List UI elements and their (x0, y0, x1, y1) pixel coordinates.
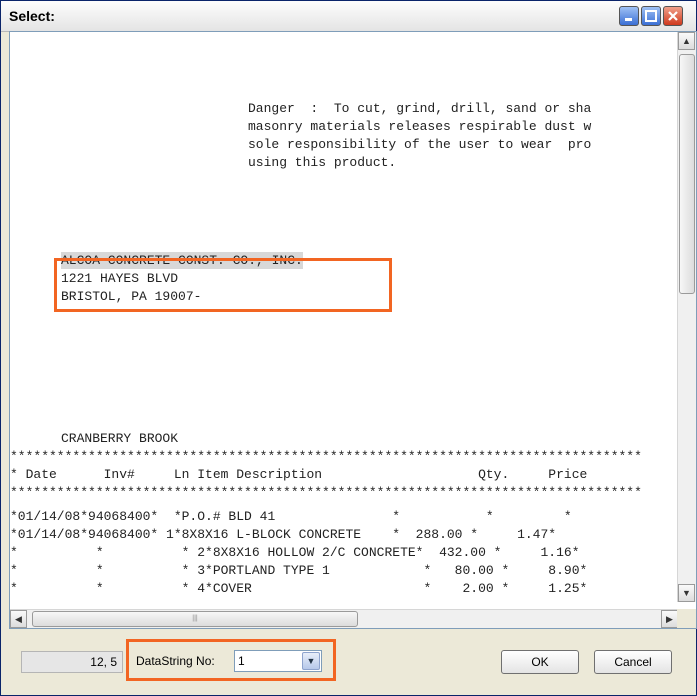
vertical-scroll-thumb[interactable] (679, 54, 695, 294)
title-bar[interactable]: Select: (1, 1, 696, 32)
cancel-button[interactable]: Cancel (594, 650, 672, 674)
document-line: using this product. (248, 155, 397, 170)
scroll-down-arrow[interactable]: ▼ (678, 584, 695, 602)
maximize-icon (645, 10, 657, 22)
dialog-footer: 12, 5 DataString No: 1 ▼ OK Cancel (1, 629, 696, 695)
document-content[interactable]: Danger : To cut, grind, drill, sand or s… (10, 32, 678, 602)
minimize-button[interactable] (619, 6, 639, 26)
select-dialog: Select: Danger : To cut, grind, drill, s… (0, 0, 697, 696)
horizontal-scroll-thumb[interactable]: ||| (32, 611, 358, 627)
scroll-up-arrow[interactable]: ▲ (678, 32, 695, 50)
position-readout: 12, 5 (21, 651, 123, 673)
scroll-left-arrow[interactable]: ◀ (10, 610, 27, 628)
city-state-zip: BRISTOL, PA 19007- (61, 289, 202, 304)
table-row: * * * 3*PORTLAND TYPE 1 * 80.00 * 8.90* (10, 563, 588, 578)
dialog-title: Select: (9, 8, 55, 24)
table-row: *01/14/08*94068400* *P.O.# BLD 41 * * * (10, 509, 572, 524)
address-line: 1221 HAYES BLVD (61, 271, 179, 286)
table-header: * Date Inv# Ln Item Description Qty. Pri… (10, 467, 588, 482)
scrollbar-corner (677, 609, 696, 628)
document-line: sole responsibility of the user to wear … (248, 137, 592, 152)
separator-line: ****************************************… (10, 449, 642, 464)
horizontal-scrollbar[interactable]: ◀ ||| ▶ (10, 609, 678, 628)
minimize-icon (625, 18, 632, 21)
document-viewer[interactable]: Danger : To cut, grind, drill, sand or s… (9, 31, 697, 629)
job-name: CRANBERRY BROOK (61, 431, 179, 446)
close-button[interactable] (663, 6, 683, 26)
datastring-label: DataString No: (136, 654, 215, 668)
vertical-scrollbar[interactable]: ▲ ▼ (677, 32, 696, 602)
table-row: * * * 2*8X8X16 HOLLOW 2/C CONCRETE* 432.… (10, 545, 580, 560)
ok-button[interactable]: OK (501, 650, 579, 674)
close-icon (668, 11, 678, 21)
separator-line: ****************************************… (10, 485, 642, 500)
table-row: *01/14/08*94068400* 1*8X8X16 L-BLOCK CON… (10, 527, 557, 542)
datastring-select[interactable]: 1 ▼ (234, 650, 322, 672)
chevron-down-icon[interactable]: ▼ (302, 652, 320, 670)
maximize-button[interactable] (641, 6, 661, 26)
table-row: * * * 4*COVER * 2.00 * 1.25* (10, 581, 588, 596)
document-line: masonry materials releases respirable du… (248, 119, 592, 134)
document-line: Danger : To cut, grind, drill, sand or s… (248, 101, 592, 116)
company-name[interactable]: ALCOA CONCRETE CONST. CO., INC. (61, 252, 303, 269)
datastring-value: 1 (238, 654, 245, 668)
scroll-right-arrow[interactable]: ▶ (661, 610, 678, 628)
